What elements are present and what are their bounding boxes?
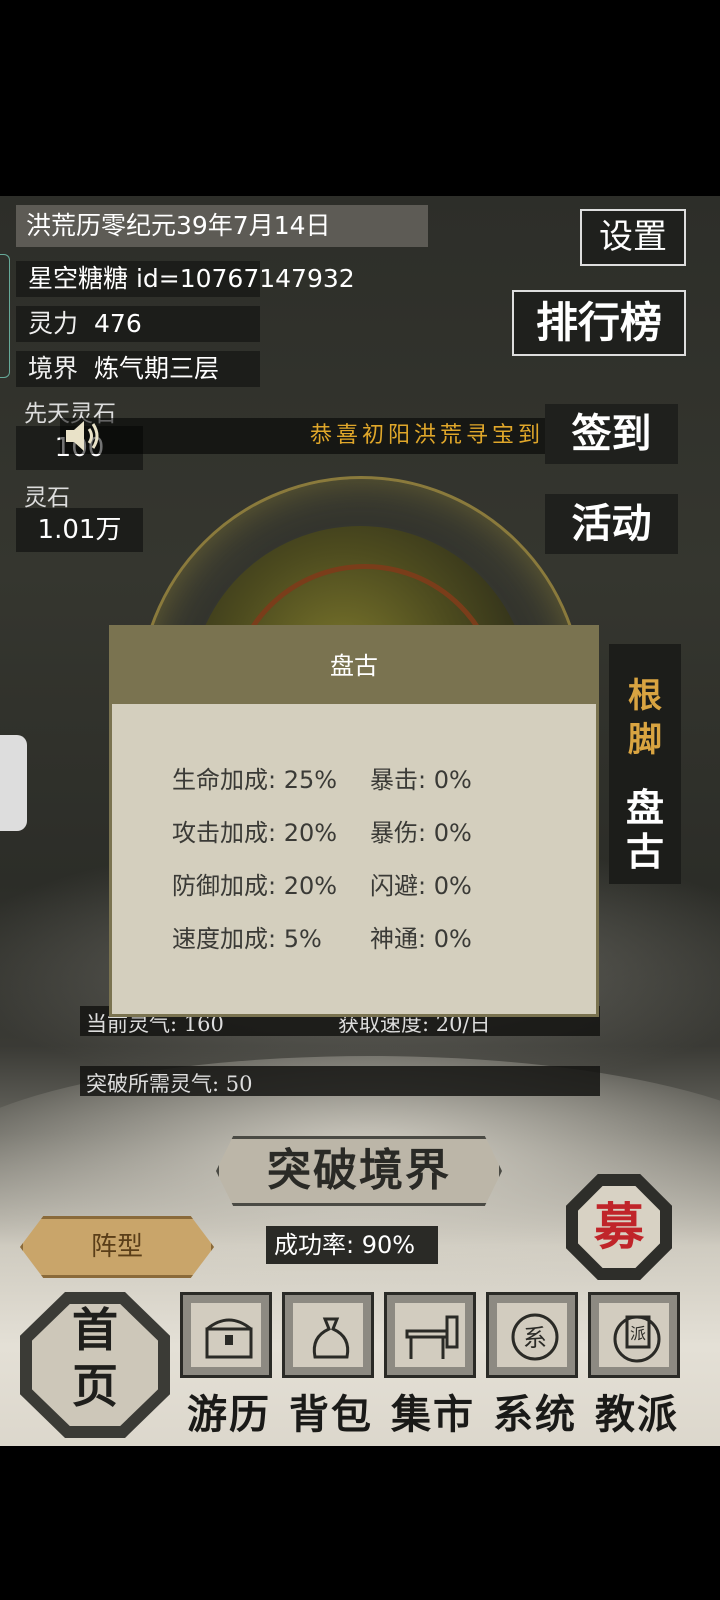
home-tab-line1: 首	[72, 1303, 118, 1357]
home-tab[interactable]: 首 页	[32, 1302, 158, 1414]
ranking-button[interactable]: 排行榜	[512, 290, 686, 356]
nav-bag[interactable]: 背包	[280, 1382, 382, 1440]
root-value-line2: 古	[625, 829, 664, 874]
stat-speed-bonus: 速度加成: 5%	[172, 925, 322, 953]
recruit-button[interactable]: 募	[578, 1186, 660, 1268]
stone-label: 灵石	[24, 485, 70, 511]
root-value: 盘 古	[609, 786, 681, 874]
realm-row: 境界 炼气期三层	[16, 351, 260, 387]
sect-banner-icon[interactable]: 派	[588, 1292, 680, 1378]
formation-button[interactable]: 阵型	[20, 1216, 214, 1278]
root-title-line1: 根	[628, 676, 662, 716]
stat-crit: 暴击: 0%	[370, 766, 472, 794]
announcement-text: 恭喜初阳洪荒寻宝到	[310, 423, 545, 448]
realm-value: 炼气期三层	[94, 354, 220, 383]
edge-indicator	[0, 254, 10, 378]
game-screen: 洪荒历零纪元39年7月14日 星空糖糖 id=10767147932 灵力 476…	[0, 196, 720, 1446]
realm-label: 境界	[28, 354, 79, 383]
root-value-line1: 盘	[625, 785, 664, 830]
stat-dodge: 闪避: 0%	[370, 872, 472, 900]
side-drawer-handle[interactable]	[0, 735, 27, 831]
stone-value: 1.01万	[16, 508, 143, 552]
spirit-power-row: 灵力 476	[16, 306, 260, 342]
svg-text:系: 系	[523, 1324, 547, 1352]
nav-sect[interactable]: 教派	[586, 1382, 688, 1440]
nav-travel[interactable]: 游历	[178, 1382, 280, 1440]
root-title-line2: 脚	[628, 720, 662, 760]
required-qi: 突破所需灵气: 50	[86, 1072, 253, 1096]
root-title: 根 脚	[609, 674, 681, 762]
root-detail-dialog[interactable]: 盘古 生命加成: 25% 暴击: 0% 攻击加成: 20% 暴伤: 0% 防御加…	[109, 625, 599, 1017]
home-tab-line2: 页	[72, 1359, 118, 1413]
system-seal-icon[interactable]: 系	[486, 1292, 578, 1378]
stat-hp-bonus: 生命加成: 25%	[172, 766, 338, 794]
market-stall-icon[interactable]	[384, 1292, 476, 1378]
dialog-title: 盘古	[112, 628, 596, 704]
spirit-power-label: 灵力	[28, 309, 79, 338]
events-button[interactable]: 活动	[545, 494, 678, 554]
settings-button[interactable]: 设置	[580, 209, 686, 266]
chest-icon[interactable]	[180, 1292, 272, 1378]
stat-magic: 神通: 0%	[370, 925, 472, 953]
calendar-date: 洪荒历零纪元39年7月14日	[16, 205, 428, 247]
player-name: 星空糖糖 id=10767147932	[16, 261, 355, 297]
success-rate: 成功率: 90%	[266, 1226, 438, 1264]
bag-icon[interactable]	[282, 1292, 374, 1378]
sign-in-button[interactable]: 签到	[545, 404, 678, 464]
nav-market[interactable]: 集市	[382, 1382, 484, 1440]
spirit-power-value: 476	[94, 309, 142, 338]
speaker-icon[interactable]	[64, 418, 102, 458]
stat-crit-damage: 暴伤: 0%	[370, 819, 472, 847]
stat-defense-bonus: 防御加成: 20%	[172, 872, 338, 900]
nav-system[interactable]: 系统	[484, 1382, 586, 1440]
svg-text:派: 派	[630, 1324, 646, 1343]
bottom-nav-labels: 游历 背包 集市 系统 教派	[178, 1382, 698, 1440]
stat-attack-bonus: 攻击加成: 20%	[172, 819, 338, 847]
breakthrough-button[interactable]: 突破境界	[216, 1136, 502, 1206]
